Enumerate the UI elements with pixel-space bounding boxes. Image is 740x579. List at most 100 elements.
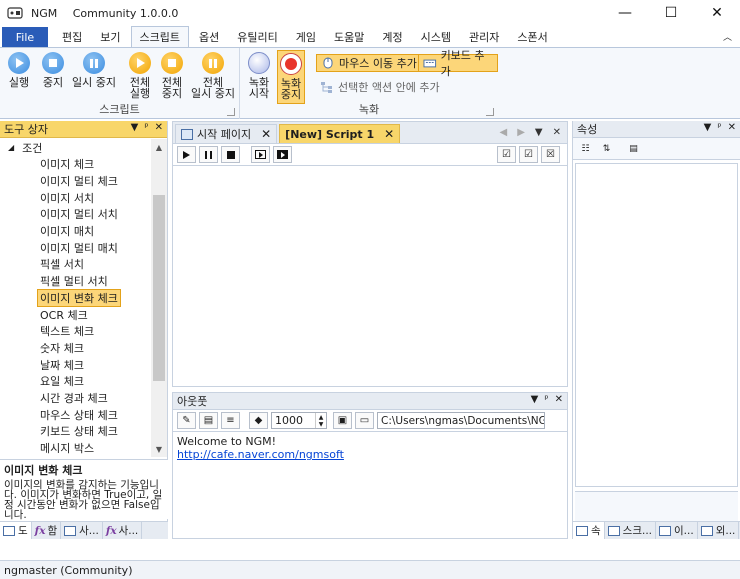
tab-external[interactable]: 외... (698, 522, 740, 539)
script-stop-button[interactable] (221, 146, 240, 163)
add-mouse-move-button[interactable]: 마우스 이동 추가 (316, 54, 422, 72)
tab-toolbox[interactable]: 도 (0, 522, 32, 539)
tab-sponsor[interactable]: 스폰서 (509, 27, 555, 47)
tab-functions[interactable]: fx 함 (32, 522, 62, 539)
pause-button[interactable]: 일시 중지 (72, 52, 116, 88)
pin-icon[interactable]: ᵖ (144, 122, 148, 133)
output-new-button[interactable]: ▤ (199, 412, 218, 429)
close-tab-icon[interactable]: ✕ (384, 127, 394, 141)
tab-new-script[interactable]: [New] Script 1 ✕ (279, 124, 401, 143)
script-pause-button[interactable] (199, 146, 218, 163)
scroll-thumb[interactable] (153, 195, 165, 381)
dialog-launcher-icon[interactable] (486, 108, 494, 116)
tab-game[interactable]: 게임 (288, 27, 324, 47)
scroll-up-icon[interactable]: ▲ (151, 139, 167, 155)
tree-item[interactable]: 이미지 멀티 서치 (0, 206, 152, 223)
close-icon[interactable]: ✕ (155, 122, 163, 133)
dropdown-icon[interactable]: ▼ (131, 122, 139, 133)
output-folder-button[interactable]: ▭ (355, 412, 374, 429)
scroll-right-icon[interactable]: ▶ (517, 127, 525, 138)
script-play-button[interactable] (177, 146, 196, 163)
run-frame-button[interactable] (251, 146, 270, 163)
expand-arrow-icon[interactable]: ◢ (8, 143, 14, 152)
dropdown-icon[interactable]: ▼ (531, 394, 539, 405)
tab-help[interactable]: 도움말 (326, 27, 372, 47)
collapse-ribbon-icon[interactable]: ︿ (723, 30, 732, 43)
tree-item[interactable]: 날짜 체크 (0, 356, 152, 373)
tab-start-page[interactable]: 시작 페이지 ✕ (175, 124, 278, 143)
close-tab-icon[interactable]: ✕ (261, 127, 271, 141)
dropdown-icon[interactable]: ▼ (704, 122, 712, 133)
scroll-left-icon[interactable]: ◀ (500, 127, 508, 138)
tree-item[interactable]: 숫자 체크 (0, 340, 152, 357)
tab-account[interactable]: 계정 (374, 27, 410, 47)
tree-item[interactable]: 메시지 박스 (0, 440, 152, 457)
tab-list-icon[interactable]: ▼ (535, 127, 543, 138)
tab-scripts[interactable]: 스크... (605, 522, 657, 539)
stop-all-button[interactable]: 전체 중지 (161, 52, 183, 99)
tab-system[interactable]: 시스템 (413, 27, 459, 47)
tab-options[interactable]: 옵션 (191, 27, 227, 47)
record-stop-button[interactable]: 녹화 중지 (277, 50, 305, 104)
pin-icon[interactable]: ᵖ (544, 394, 548, 405)
output-save-button[interactable]: ▣ (333, 412, 352, 429)
maximize-button[interactable]: ☐ (648, 0, 694, 26)
tree-item[interactable]: 픽셀 서치 (0, 256, 152, 273)
run-all-button[interactable]: 전체 실행 (129, 52, 151, 99)
tree-item[interactable]: 이미지 서치 (0, 189, 152, 206)
categorized-button[interactable]: ☷ (577, 141, 594, 157)
property-grid[interactable] (575, 163, 738, 487)
minimize-button[interactable]: — (602, 0, 648, 26)
output-link[interactable]: http://cafe.naver.com/ngmsoft (177, 448, 563, 461)
file-menu[interactable]: File (2, 27, 48, 47)
tree-item[interactable]: 텍스트 체크 (0, 323, 152, 340)
output-list-button[interactable]: ≡ (221, 412, 240, 429)
tree-item[interactable]: 시간 경과 체크 (0, 390, 152, 407)
spin-up-icon[interactable]: ▲ (319, 414, 324, 421)
close-icon[interactable]: ✕ (555, 394, 563, 405)
stop-button[interactable]: 중지 (42, 52, 64, 88)
spin-down-icon[interactable]: ▼ (319, 421, 324, 428)
run-button[interactable]: 실행 (8, 52, 30, 88)
tree-item[interactable]: 이미지 멀티 매치 (0, 239, 152, 256)
tab-images[interactable]: 이... (656, 522, 698, 539)
tab-utility[interactable]: 유틸리티 (229, 27, 285, 47)
run-frame-dark-button[interactable] (273, 146, 292, 163)
tree-item[interactable]: 픽셀 멀티 서치 (0, 273, 152, 290)
tab-user-1[interactable]: 사... (61, 522, 103, 539)
add-in-selected-action-button[interactable]: 선택한 액션 안에 추가 (316, 78, 444, 96)
scroll-down-icon[interactable]: ▼ (151, 441, 167, 457)
tree-item[interactable]: 마우스 상태 체크 (0, 406, 152, 423)
tree-item-selected[interactable]: 이미지 변화 체크 (0, 288, 152, 307)
property-pages-button[interactable]: ▤ (625, 141, 642, 157)
output-settings-button[interactable]: ✎ (177, 412, 196, 429)
tree-item[interactable]: 이미지 멀티 체크 (0, 173, 152, 190)
close-icon[interactable]: ✕ (728, 122, 736, 133)
uncheck-button[interactable]: ☒ (541, 146, 560, 163)
pause-all-button[interactable]: 전체 일시 중지 (191, 52, 235, 99)
dialog-launcher-icon[interactable] (227, 108, 235, 116)
add-keyboard-button[interactable]: 키보드 추가 (418, 49, 498, 78)
tab-properties[interactable]: 속 (573, 522, 605, 539)
close-button[interactable]: ✕ (694, 0, 740, 26)
toolbox-scrollbar[interactable]: ▲ ▼ (151, 139, 167, 457)
line-count-stepper[interactable]: 1000 ▲ ▼ (271, 412, 327, 429)
check-selected-button[interactable]: ☑ (519, 146, 538, 163)
close-icon[interactable]: ✕ (553, 127, 561, 138)
tree-item[interactable]: 요일 체크 (0, 373, 152, 390)
tree-item[interactable]: 이미지 체크 (0, 156, 152, 173)
tab-view[interactable]: 보기 (92, 27, 128, 47)
tree-item[interactable]: 이미지 매치 (0, 223, 152, 240)
tab-edit[interactable]: 편집 (54, 27, 90, 47)
tree-item[interactable]: 키보드 상태 체크 (0, 423, 152, 440)
tree-item[interactable]: OCR 체크 (0, 306, 152, 323)
tab-user-2[interactable]: fx 사... (103, 522, 143, 539)
record-start-button[interactable]: 녹화 시작 (248, 52, 270, 99)
tab-admin[interactable]: 관리자 (461, 27, 507, 47)
tab-script[interactable]: 스크립트 (130, 26, 189, 47)
tree-node-conditions[interactable]: ◢ 조건 (0, 139, 152, 156)
pin-icon[interactable]: ᵖ (717, 122, 721, 133)
output-clear-button[interactable]: ◆ (249, 412, 268, 429)
check-all-button[interactable]: ☑ (497, 146, 516, 163)
alphabetical-button[interactable]: ⇅ (598, 141, 615, 157)
